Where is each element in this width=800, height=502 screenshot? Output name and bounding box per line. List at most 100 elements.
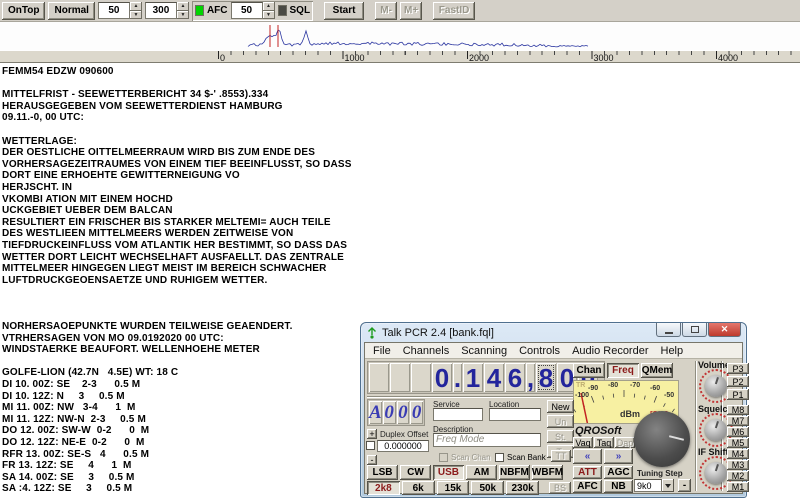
- duplex-minus-button[interactable]: -: [367, 455, 377, 465]
- memory-button-m1[interactable]: M1: [727, 482, 749, 492]
- preset-button-p2[interactable]: P2: [727, 376, 749, 387]
- mode-button-lsb[interactable]: LSB: [367, 465, 398, 480]
- memory-button-m4[interactable]: M4: [727, 449, 749, 459]
- filter-button-15k[interactable]: 15k: [436, 481, 470, 495]
- spectrum-trace: [247, 25, 589, 48]
- frequency-digit-cell[interactable]: ,: [526, 363, 535, 392]
- memory-plus-button[interactable]: M+: [400, 1, 423, 20]
- spin-up-icon[interactable]: ▲: [176, 2, 189, 11]
- preset-button-p1[interactable]: P1: [727, 389, 749, 400]
- taq-button[interactable]: Taq: [594, 437, 614, 448]
- agc-button[interactable]: AGC: [604, 466, 633, 479]
- spectrum-display[interactable]: [0, 22, 800, 50]
- dropdown-arrow-icon[interactable]: [662, 479, 674, 492]
- menu-item-help[interactable]: Help: [655, 345, 690, 357]
- ontop-button[interactable]: OnTop: [2, 1, 46, 20]
- duplex-plus-button[interactable]: +: [367, 429, 377, 439]
- preset-button-p3[interactable]: P3: [727, 363, 749, 374]
- mark-frequency-input[interactable]: [97, 2, 130, 19]
- separator: [695, 361, 697, 491]
- tuning-step-minus-button[interactable]: -: [678, 479, 691, 492]
- sql-label[interactable]: SQL: [290, 5, 311, 16]
- dap-button[interactable]: Dap: [615, 437, 635, 448]
- close-icon[interactable]: ✕: [708, 323, 741, 337]
- start-button[interactable]: Start: [324, 1, 365, 20]
- ruler-label: 3000: [593, 53, 614, 63]
- spin-up-icon[interactable]: ▲: [262, 2, 275, 11]
- menu-item-controls[interactable]: Controls: [513, 345, 566, 357]
- frequency-digit-cell[interactable]: 6: [505, 363, 525, 392]
- nb-button[interactable]: NB: [604, 480, 633, 493]
- mode-button-am[interactable]: AM: [465, 465, 497, 480]
- filter-button-230k[interactable]: 230k: [506, 481, 539, 495]
- afc-range-input[interactable]: [230, 2, 263, 19]
- description-field[interactable]: Freq Mode: [433, 433, 541, 447]
- menu-item-audio-recorder[interactable]: Audio Recorder: [566, 345, 654, 357]
- frequency-digit-cell[interactable]: [411, 363, 431, 392]
- duplex-offset-field[interactable]: 0.000000: [377, 440, 429, 452]
- menu-item-scanning[interactable]: Scanning: [455, 345, 513, 357]
- scan-bank-checkbox[interactable]: [495, 453, 504, 462]
- mode-button-wbfm[interactable]: WBFM: [531, 465, 564, 480]
- spin-down-icon[interactable]: ▼: [176, 10, 189, 19]
- spin-up-icon[interactable]: ▲: [129, 2, 142, 11]
- frequency-digit-cell[interactable]: 8: [536, 363, 556, 392]
- step-up-button[interactable]: »: [604, 449, 633, 464]
- memory-channel-digit[interactable]: 0: [382, 401, 396, 424]
- mode-button-cw[interactable]: CW: [399, 465, 431, 480]
- location-field[interactable]: [489, 408, 541, 421]
- filter-button-2k8[interactable]: 2k8: [367, 481, 400, 495]
- memory-channel-digit[interactable]: 0: [396, 401, 410, 424]
- meter-corner-label: TR: [576, 382, 586, 389]
- new-button[interactable]: New: [547, 400, 574, 413]
- mode-button-usb[interactable]: USB: [432, 465, 464, 480]
- filter-button-50k[interactable]: 50k: [471, 481, 505, 495]
- service-field[interactable]: [433, 408, 483, 421]
- memory-channel-digit[interactable]: 0: [410, 401, 423, 424]
- memory-button-m5[interactable]: M5: [727, 438, 749, 448]
- memory-channel-digit[interactable]: A: [369, 401, 382, 424]
- menu-item-file[interactable]: File: [367, 345, 397, 357]
- tt-button[interactable]: TT: [551, 450, 571, 462]
- memory-minus-button[interactable]: M-: [375, 1, 398, 20]
- menu-item-channels[interactable]: Channels: [397, 345, 455, 357]
- un-button[interactable]: Un: [547, 415, 574, 428]
- frequency-digit-cell[interactable]: 4: [484, 363, 504, 392]
- mode-button-nbfm[interactable]: NBFM: [498, 465, 530, 480]
- frequency-digit-cell[interactable]: .: [453, 363, 462, 392]
- memory-button-m3[interactable]: M3: [727, 460, 749, 470]
- fastid-button[interactable]: FastID: [433, 1, 476, 20]
- step-down-button[interactable]: «: [573, 449, 602, 464]
- frequency-digit-cell[interactable]: 0: [432, 363, 452, 392]
- filter-button-6k[interactable]: 6k: [401, 481, 435, 495]
- spin-down-icon[interactable]: ▼: [262, 10, 275, 19]
- spin-down-icon[interactable]: ▼: [129, 10, 142, 19]
- display-tab-qmem[interactable]: QMem: [641, 363, 673, 378]
- duplex-checkbox[interactable]: [366, 441, 375, 450]
- memory-button-m6[interactable]: M6: [727, 427, 749, 437]
- tuning-step-select[interactable]: 9k0: [634, 479, 674, 492]
- st-button[interactable]: St.: [547, 430, 574, 443]
- display-tab-freq[interactable]: Freq: [607, 363, 639, 378]
- scan-chan-checkbox[interactable]: [439, 453, 448, 462]
- pcr-titlebar[interactable]: Talk PCR 2.4 [bank.fql] ✕: [364, 323, 743, 342]
- afc-label[interactable]: AFC: [207, 5, 228, 16]
- memory-button-m2[interactable]: M2: [727, 471, 749, 481]
- memory-button-m7[interactable]: M7: [727, 416, 749, 426]
- display-tab-chan[interactable]: Chan: [573, 363, 605, 378]
- frequency-digit-cell[interactable]: 1: [463, 363, 483, 392]
- bs-button[interactable]: BS: [549, 482, 571, 494]
- normal-button[interactable]: Normal: [48, 1, 95, 20]
- vaq-button[interactable]: Vaq: [573, 437, 593, 448]
- afc-button[interactable]: AFC: [573, 480, 602, 493]
- minimize-icon[interactable]: [656, 323, 681, 337]
- maximize-icon[interactable]: [682, 323, 707, 337]
- frequency-digit-cell[interactable]: [369, 363, 389, 392]
- meter-scale-label: -50: [664, 392, 675, 399]
- tuning-knob[interactable]: [634, 411, 690, 467]
- memory-button-m8[interactable]: M8: [727, 405, 749, 415]
- att-button[interactable]: ATT: [573, 466, 602, 479]
- frequency-digit-cell[interactable]: [390, 363, 410, 392]
- shift-input[interactable]: [144, 2, 177, 19]
- sql-led-icon: [277, 5, 287, 16]
